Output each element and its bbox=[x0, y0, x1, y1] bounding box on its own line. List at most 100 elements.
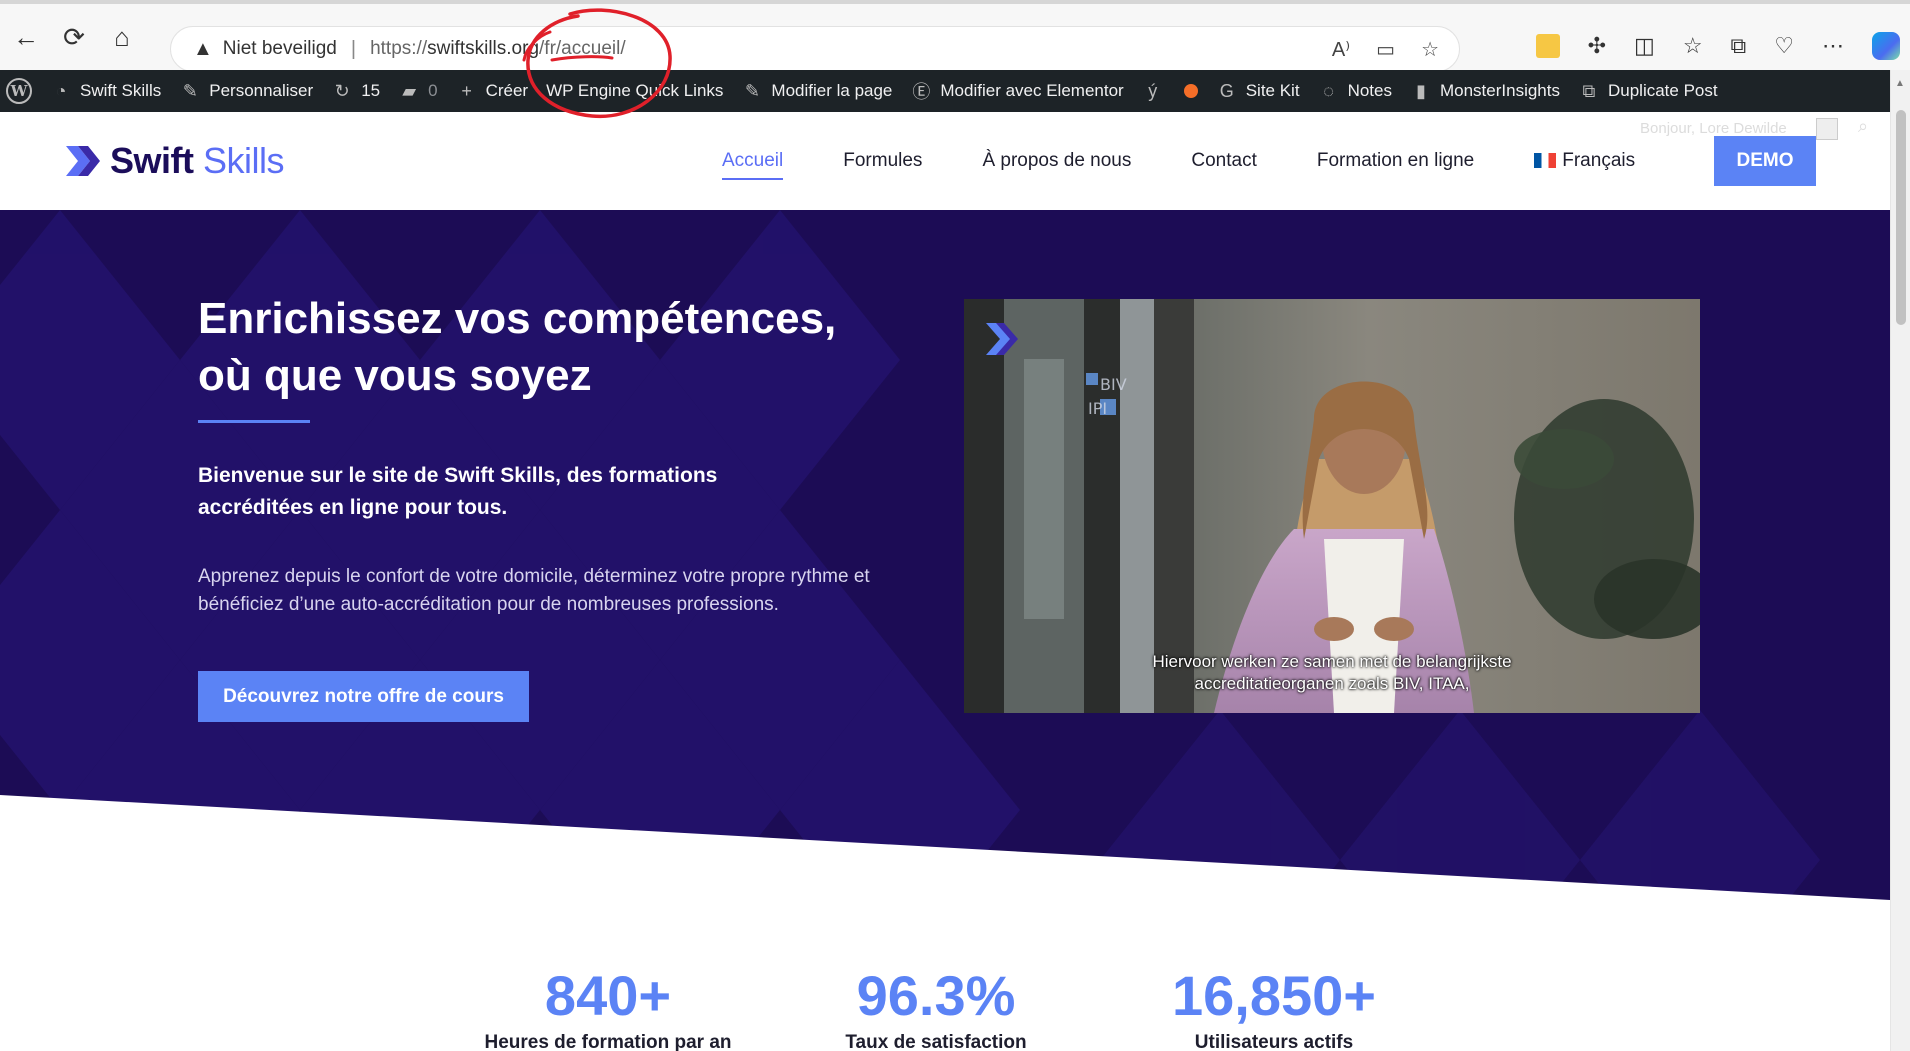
promo-video[interactable]: BIV IPI Hiervoor werken ze samen met de … bbox=[964, 299, 1700, 713]
site-header: Swift Skills Bonjour, Lore Dewilde ⌕ Acc… bbox=[0, 112, 1890, 210]
security-label[interactable]: Niet beveiligd bbox=[223, 38, 337, 60]
wp-engine-links[interactable]: WP Engine Quick Links bbox=[546, 81, 723, 101]
browser-toolbar: ← ⟳ ⌂ ▲ Niet beveiligd | https://swiftsk… bbox=[0, 0, 1910, 72]
wp-site-kit-label: Site Kit bbox=[1245, 81, 1300, 100]
nav-formation-en-ligne[interactable]: Formation en ligne bbox=[1317, 150, 1474, 180]
home-icon[interactable]: ⌂ bbox=[102, 17, 142, 57]
stat-satisfaction-label: Taux de satisfaction bbox=[845, 1032, 1027, 1051]
browser-extensions: ✣ ◫ ☆ ⧉ ♡ ⋯ bbox=[1535, 32, 1900, 60]
brush-icon: ✎ bbox=[182, 80, 198, 101]
duplicate-icon: ⧉ bbox=[1582, 80, 1596, 101]
avatar[interactable] bbox=[1816, 118, 1838, 140]
video-subtitle-line1: Hiervoor werken ze samen met de belangri… bbox=[1152, 652, 1512, 671]
stat-users: 16,850+ Utilisateurs actifs bbox=[1104, 964, 1444, 1051]
yoast-icon: ý bbox=[1148, 80, 1158, 101]
stat-hours-value: 840+ bbox=[544, 964, 672, 1027]
search-icon[interactable]: ⌕ bbox=[1858, 116, 1868, 137]
logo-text-bold: Swift bbox=[110, 140, 194, 181]
plus-icon: + bbox=[461, 80, 472, 101]
main-navigation: Accueil Formules À propos de nous Contac… bbox=[722, 150, 1695, 180]
video-subtitle-line2: accreditatieorganen zoals BIV, ITAA, bbox=[1194, 674, 1470, 693]
wp-logo-item[interactable]: W bbox=[6, 78, 32, 104]
title-underline bbox=[198, 420, 310, 423]
more-menu-icon[interactable]: ⋯ bbox=[1822, 33, 1844, 59]
video-sign-biv: BIV bbox=[1100, 375, 1127, 394]
wp-monster-insights[interactable]: ▮ MonsterInsights bbox=[1410, 80, 1560, 102]
updates-icon: ↻ bbox=[334, 80, 350, 101]
favorite-star-icon[interactable]: ☆ bbox=[1421, 37, 1439, 62]
copilot-icon[interactable] bbox=[1872, 32, 1900, 60]
wp-edit-elementor[interactable]: Ⓔ Modifier avec Elementor bbox=[910, 80, 1123, 102]
nav-a-propos[interactable]: À propos de nous bbox=[982, 150, 1131, 180]
wp-yoast[interactable]: ý bbox=[1142, 80, 1198, 102]
nav-contact[interactable]: Contact bbox=[1191, 150, 1256, 180]
wp-notes-label: Notes bbox=[1347, 81, 1392, 100]
wp-new[interactable]: + Créer bbox=[456, 80, 529, 102]
extension-icon[interactable] bbox=[1535, 34, 1560, 58]
url-path: /fr/accueil/ bbox=[539, 38, 626, 59]
dashboard-icon: ◔ bbox=[55, 80, 67, 101]
language-label: Français bbox=[1562, 150, 1636, 171]
scrollbar-thumb[interactable] bbox=[1896, 110, 1906, 325]
wp-customize-label: Personnaliser bbox=[209, 81, 314, 100]
chevron-logo-icon bbox=[66, 146, 100, 176]
nav-formules[interactable]: Formules bbox=[843, 150, 922, 180]
stats-section: 840+ Heures de formation par an 96.3% Ta… bbox=[0, 910, 1890, 1051]
stat-satisfaction-value: 96.3% bbox=[856, 964, 1016, 1027]
wp-comments[interactable]: ▰ 0 bbox=[398, 80, 437, 102]
wp-duplicate-post-label: Duplicate Post bbox=[1607, 81, 1718, 100]
nav-accueil[interactable]: Accueil bbox=[722, 150, 784, 180]
scroll-up-icon[interactable]: ▲ bbox=[1895, 78, 1905, 89]
stat-hours: 840+ Heures de formation par an bbox=[438, 964, 778, 1051]
immersive-reader-icon[interactable]: ▭ bbox=[1376, 37, 1395, 62]
read-aloud-icon[interactable]: A⁾ bbox=[1332, 37, 1350, 62]
url-text[interactable]: https://swiftskills.org/fr/accueil/ bbox=[370, 38, 626, 60]
google-icon: G bbox=[1219, 80, 1234, 101]
bar-chart-icon: ▮ bbox=[1416, 80, 1426, 101]
wp-site-name[interactable]: ◔ Swift Skills bbox=[50, 80, 162, 102]
browser-essentials-icon[interactable]: ♡ bbox=[1774, 33, 1794, 59]
address-separator: | bbox=[350, 37, 357, 60]
split-screen-icon[interactable]: ◫ bbox=[1634, 33, 1655, 59]
url-prefix: https:// bbox=[370, 38, 428, 59]
address-bar-icons: A⁾ ▭ ☆ bbox=[1332, 37, 1439, 62]
wp-comments-count: 0 bbox=[428, 81, 438, 100]
discover-courses-button[interactable]: Découvrez notre offre de cours bbox=[198, 671, 529, 722]
elementor-icon: Ⓔ bbox=[912, 82, 931, 102]
wp-updates[interactable]: ↻ 15 bbox=[331, 80, 380, 102]
back-icon[interactable]: ← bbox=[6, 17, 46, 57]
url-host: swiftskills.org bbox=[427, 38, 540, 59]
user-greeting[interactable]: Bonjour, Lore Dewilde bbox=[1640, 120, 1787, 137]
pencil-icon: ✎ bbox=[744, 80, 760, 101]
collections-icon[interactable]: ⧉ bbox=[1731, 33, 1747, 59]
wp-new-label: Créer bbox=[485, 81, 529, 100]
page-scrollbar[interactable]: ▲ bbox=[1890, 70, 1910, 1051]
demo-button[interactable]: DEMO bbox=[1714, 136, 1816, 186]
hero-title-line1: Enrichissez vos compétences, bbox=[198, 294, 837, 343]
refresh-icon[interactable]: ⟳ bbox=[54, 17, 94, 57]
hero-description: Apprenez depuis le confort de votre domi… bbox=[198, 566, 870, 615]
wp-updates-count: 15 bbox=[361, 81, 381, 100]
wp-duplicate-post[interactable]: ⧉ Duplicate Post bbox=[1578, 80, 1718, 102]
wp-notes[interactable]: ◌ Notes bbox=[1318, 80, 1392, 102]
logo-text-light: Skills bbox=[203, 140, 285, 181]
logo-text: Swift Skills bbox=[110, 140, 285, 182]
puzzle-icon[interactable]: ✣ bbox=[1588, 33, 1606, 59]
hero-title-line2: où que vous soyez bbox=[198, 351, 592, 400]
wp-customize[interactable]: ✎ Personnaliser bbox=[179, 80, 314, 102]
stat-satisfaction: 96.3% Taux de satisfaction bbox=[766, 964, 1106, 1051]
wp-edit-elementor-label: Modifier avec Elementor bbox=[940, 81, 1124, 100]
site-logo[interactable]: Swift Skills bbox=[66, 140, 285, 182]
favorites-icon[interactable]: ☆ bbox=[1683, 33, 1703, 59]
address-bar[interactable]: ▲ Niet beveiligd | https://swiftskills.o… bbox=[170, 26, 1460, 72]
comment-icon: ▰ bbox=[402, 80, 417, 101]
stat-users-label: Utilisateurs actifs bbox=[1194, 1032, 1354, 1051]
warning-icon[interactable]: ▲ bbox=[193, 38, 213, 61]
wp-edit-page-label: Modifier la page bbox=[771, 81, 893, 100]
stat-hours-label: Heures de formation par an bbox=[484, 1032, 732, 1051]
seo-status-dot bbox=[1183, 84, 1198, 98]
wp-edit-page[interactable]: ✎ Modifier la page bbox=[741, 80, 893, 102]
wp-site-kit[interactable]: G Site Kit bbox=[1216, 80, 1300, 102]
french-flag-icon bbox=[1534, 153, 1557, 168]
language-switcher[interactable]: Français bbox=[1534, 150, 1635, 180]
